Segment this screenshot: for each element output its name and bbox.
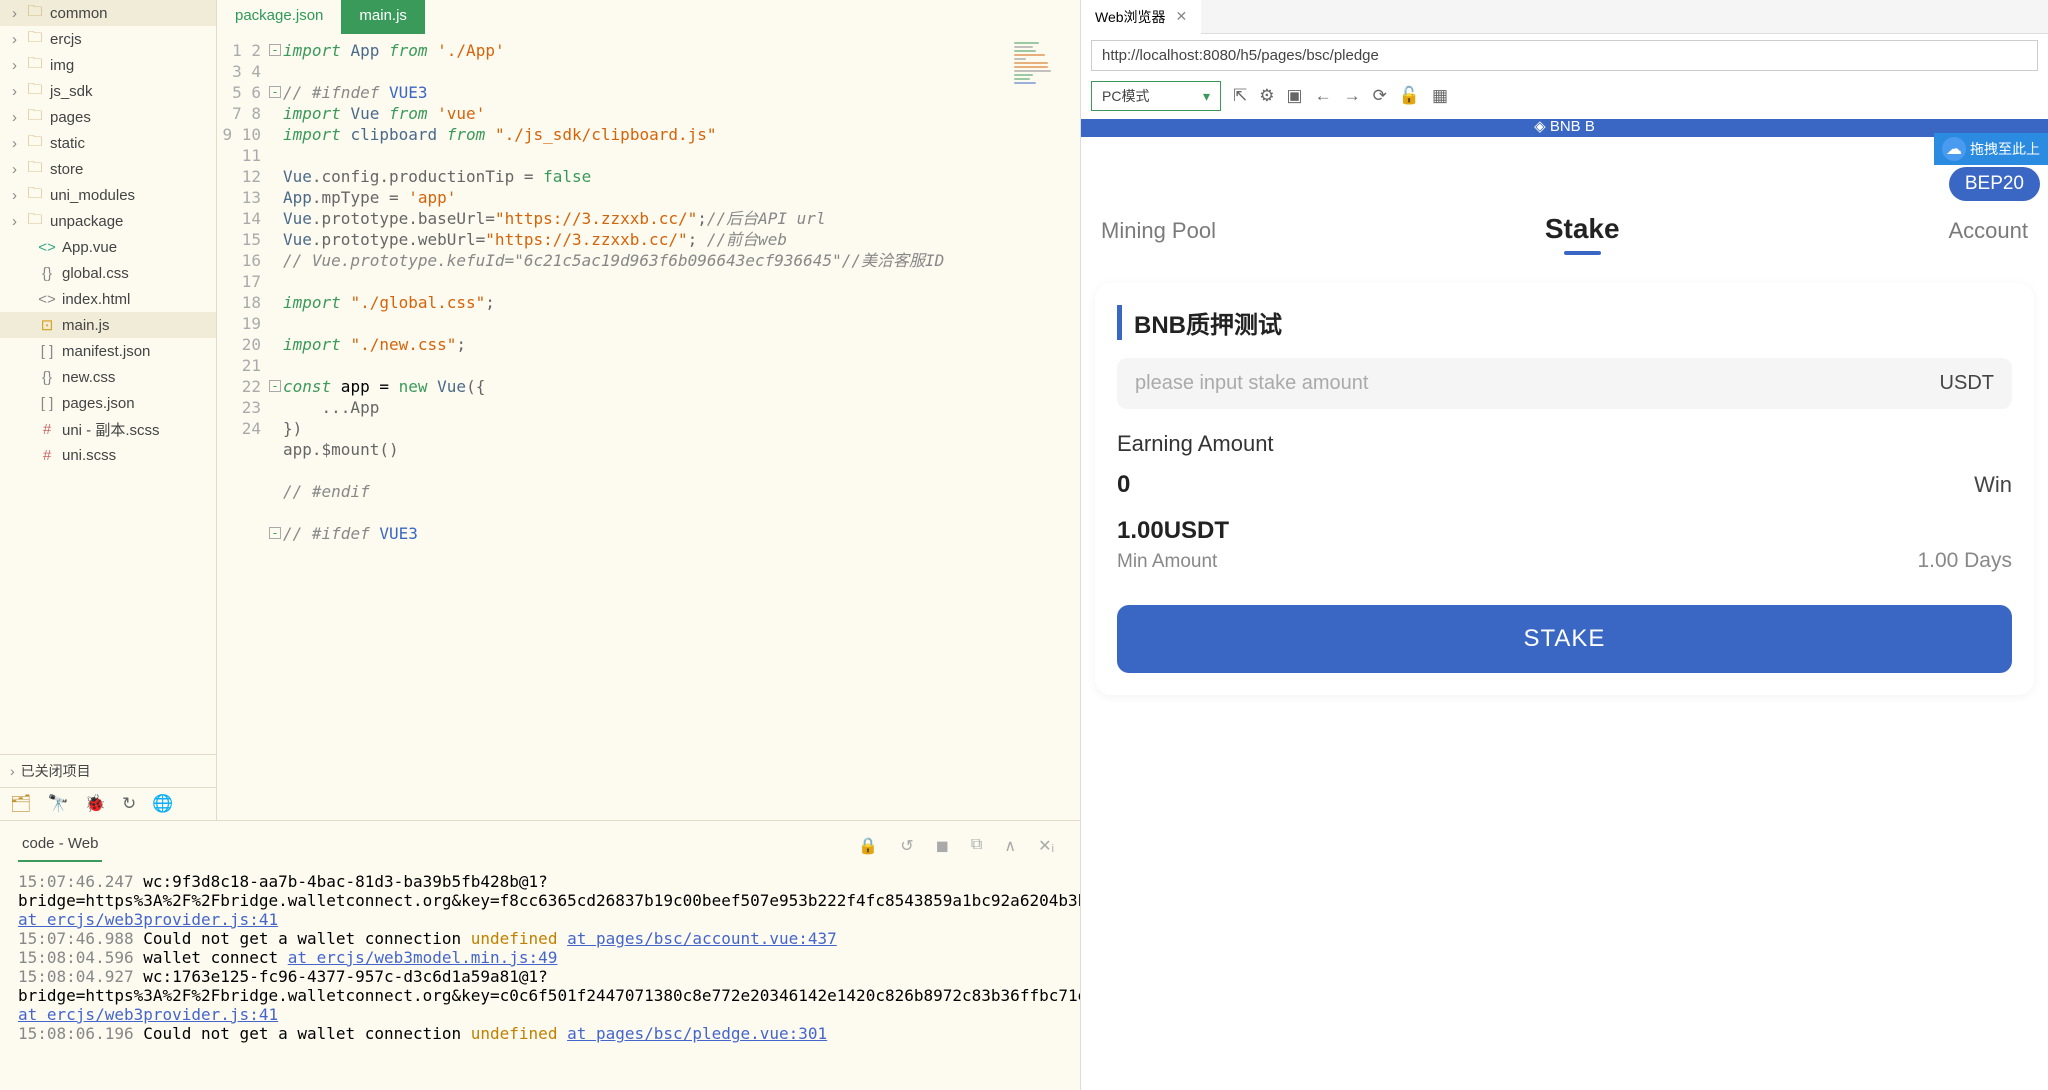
- browser-panel: Web浏览器 ✕ PC模式▾ ⇱ ⚙ ▣ ← → ⟳ 🔓 ▦ ◈ BNB B ☁: [1080, 0, 2048, 1090]
- back-icon[interactable]: ←: [1315, 86, 1332, 106]
- editor-tab-bar: package.jsonmain.js: [217, 0, 1080, 34]
- popout-icon[interactable]: ⧉: [971, 836, 982, 856]
- forward-icon[interactable]: →: [1344, 86, 1361, 106]
- line-gutter: 1 2 3 4 5 6 7 8 9 10 11 12 13 14 15 16 1…: [217, 34, 269, 820]
- bep20-badge[interactable]: BEP20: [1949, 167, 2040, 201]
- editor-tab-package.json[interactable]: package.json: [217, 0, 341, 34]
- url-input[interactable]: [1091, 40, 2038, 71]
- file-uni - 副本.scss[interactable]: #uni - 副本.scss: [0, 416, 216, 442]
- chevron-down-icon: ▾: [1203, 88, 1210, 105]
- lock-icon[interactable]: 🔓: [1399, 86, 1420, 106]
- card-title: BNB质押测试: [1117, 305, 2012, 340]
- collapse-icon[interactable]: ∧: [1004, 836, 1016, 856]
- file-global.css[interactable]: {}global.css: [0, 260, 216, 286]
- closed-projects[interactable]: ›已关闭项目: [0, 754, 216, 787]
- folder-uni_modules[interactable]: ›🗀uni_modules: [0, 182, 216, 208]
- stake-button[interactable]: STAKE: [1117, 605, 2012, 673]
- binoculars-icon[interactable]: 🔭: [48, 794, 69, 814]
- folder-store[interactable]: ›🗀store: [0, 156, 216, 182]
- folder-common[interactable]: ›🗀common: [0, 0, 216, 26]
- lock-icon[interactable]: 🔒: [858, 836, 878, 856]
- min-value: 1.00USDT: [1117, 517, 1229, 545]
- folder-pages[interactable]: ›🗀pages: [0, 104, 216, 130]
- refresh-icon[interactable]: ↻: [122, 794, 136, 814]
- tab-mining-pool[interactable]: Mining Pool: [1101, 218, 1216, 244]
- file-pages.json[interactable]: [ ]pages.json: [0, 390, 216, 416]
- stop-icon[interactable]: ◼: [936, 836, 949, 856]
- file-tree: ›🗀common›🗀ercjs›🗀img›🗀js_sdk›🗀pages›🗀sta…: [0, 0, 217, 820]
- devtools-icon[interactable]: ▣: [1287, 86, 1303, 106]
- cloud-icon: ☁: [1942, 137, 1966, 161]
- days-value: 1.00 Days: [1917, 549, 2012, 573]
- file-App.vue[interactable]: <>App.vue: [0, 234, 216, 260]
- reload-icon[interactable]: ⟳: [1373, 86, 1387, 106]
- file-uni.scss[interactable]: #uni.scss: [0, 442, 216, 468]
- history-icon[interactable]: ↺: [900, 836, 913, 856]
- folder-img[interactable]: ›🗀img: [0, 52, 216, 78]
- preview-area: ◈ BNB B ☁拖拽至此上 BEP20 Mining Pool Stake A…: [1081, 119, 2048, 1090]
- close-console-icon[interactable]: ✕ᵢ: [1038, 836, 1054, 856]
- file-index.html[interactable]: <>index.html: [0, 286, 216, 312]
- mode-select[interactable]: PC模式▾: [1091, 81, 1221, 111]
- min-label: Min Amount: [1117, 551, 1217, 573]
- stake-amount-input[interactable]: please input stake amount USDT: [1117, 358, 2012, 409]
- editor-tab-main.js[interactable]: main.js: [341, 0, 425, 34]
- file-tree-toolbar: 🗂 🔭 🐞 ↻ 🌐: [0, 787, 216, 820]
- editor-area: package.jsonmain.js 1 2 3 4 5 6 7 8 9 10…: [217, 0, 1080, 820]
- file-manifest.json[interactable]: [ ]manifest.json: [0, 338, 216, 364]
- drag-upload-badge[interactable]: ☁拖拽至此上: [1934, 133, 2048, 165]
- browser-tab[interactable]: Web浏览器 ✕: [1081, 0, 1201, 34]
- folder-icon[interactable]: 🗂: [10, 794, 32, 814]
- tab-stake[interactable]: Stake: [1545, 213, 1620, 245]
- stake-card: BNB质押测试 please input stake amount USDT E…: [1095, 283, 2034, 695]
- earning-label: Earning Amount: [1117, 431, 2012, 457]
- grid-icon[interactable]: ▦: [1432, 86, 1448, 106]
- file-new.css[interactable]: {}new.css: [0, 364, 216, 390]
- file-main.js[interactable]: ⊡main.js: [0, 312, 216, 338]
- folder-ercjs[interactable]: ›🗀ercjs: [0, 26, 216, 52]
- settings-icon[interactable]: ⚙: [1259, 86, 1274, 106]
- folder-js_sdk[interactable]: ›🗀js_sdk: [0, 78, 216, 104]
- bug-icon[interactable]: 🐞: [85, 794, 106, 814]
- preview-header-title: ◈ BNB B: [1534, 119, 1595, 135]
- earning-value: 0: [1117, 471, 1130, 499]
- folder-unpackage[interactable]: ›🗀unpackage: [0, 208, 216, 234]
- console-tab[interactable]: code - Web: [18, 829, 102, 862]
- folder-static[interactable]: ›🗀static: [0, 130, 216, 156]
- globe-icon[interactable]: 🌐: [152, 794, 173, 814]
- earning-suffix: Win: [1974, 472, 2012, 498]
- open-external-icon[interactable]: ⇱: [1233, 86, 1247, 106]
- console-output[interactable]: 15:07:46.247 wc:9f3d8c18-aa7b-4bac-81d3-…: [0, 862, 1080, 1090]
- close-icon[interactable]: ✕: [1176, 8, 1188, 25]
- console-panel: code - Web 🔒 ↺ ◼ ⧉ ∧ ✕ᵢ 15:07:46.247 wc:…: [0, 820, 1080, 1090]
- fold-column[interactable]: - - - -: [269, 34, 283, 820]
- minimap[interactable]: [1010, 34, 1080, 820]
- tab-account[interactable]: Account: [1948, 218, 2028, 244]
- code-body[interactable]: import App from './App' // #ifndef VUE3 …: [283, 34, 1010, 820]
